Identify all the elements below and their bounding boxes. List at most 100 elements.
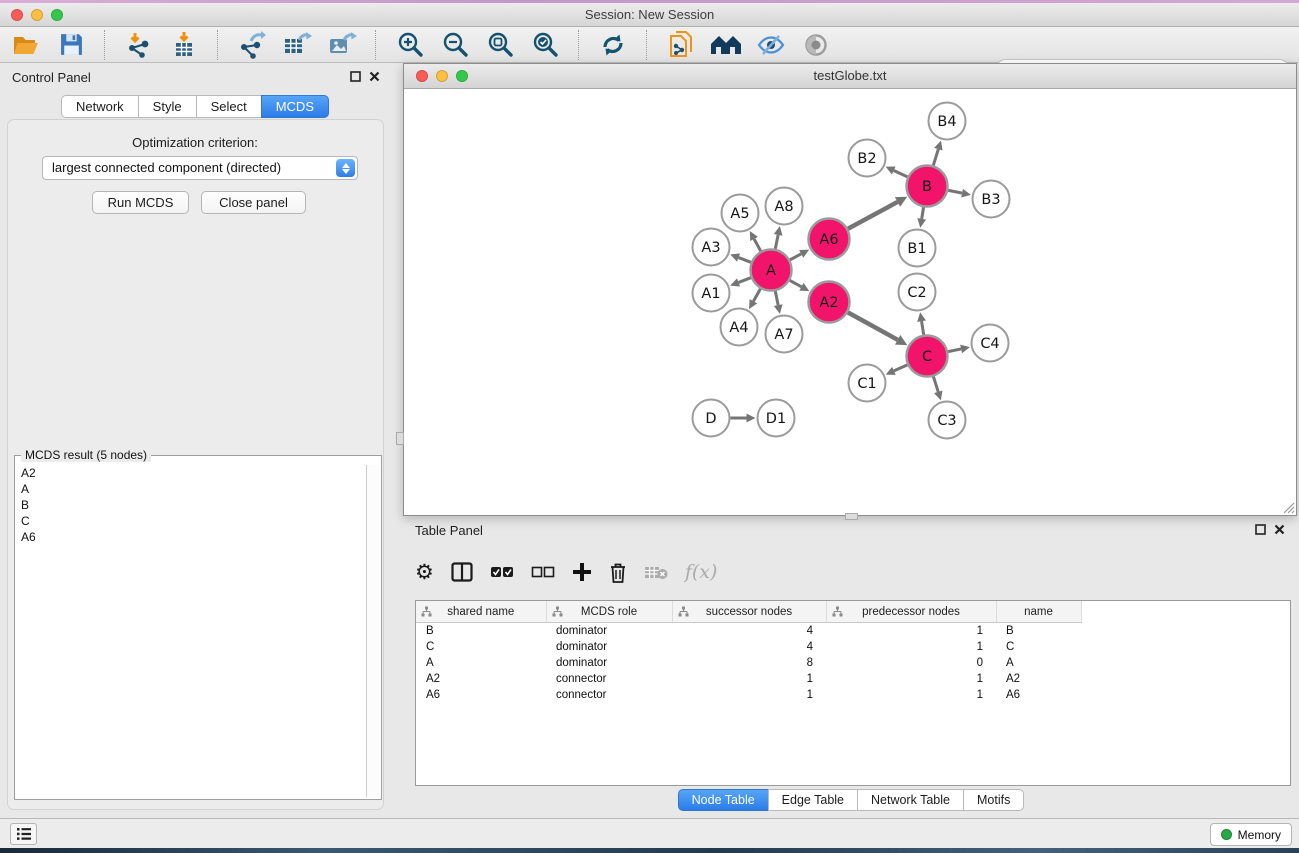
splitter-handle[interactable] [396, 432, 404, 445]
graph-edge[interactable] [790, 280, 802, 286]
col-shared-name[interactable]: shared name [416, 601, 546, 623]
list-item[interactable]: A [17, 481, 366, 497]
col-name[interactable]: name [996, 601, 1081, 623]
table-row[interactable]: Bdominator41B [416, 623, 1290, 640]
graph-edge[interactable] [894, 170, 908, 176]
graph-edge[interactable] [739, 278, 751, 283]
network-view-window[interactable]: testGlobe.txt A5A8A3AA1A4A7A6A2BB2B4B3B1… [403, 63, 1297, 516]
graph-edge[interactable] [933, 377, 938, 392]
toolbar-separator [646, 30, 648, 60]
float-panel-icon[interactable] [1255, 524, 1266, 535]
graph-node-label: A1 [701, 286, 720, 302]
run-mcds-button[interactable]: Run MCDS [92, 191, 189, 214]
result-scrollbar[interactable] [366, 465, 380, 797]
zoom-in-button[interactable] [394, 29, 426, 61]
list-item[interactable]: B [17, 497, 366, 513]
tab-network-table[interactable]: Network Table [857, 789, 964, 811]
tab-motifs[interactable]: Motifs [963, 789, 1024, 811]
tab-edge-table[interactable]: Edge Table [768, 789, 858, 811]
resize-grip-icon[interactable] [1282, 501, 1295, 514]
task-history-button[interactable] [10, 823, 37, 845]
table-row[interactable]: A6connector11A6 [416, 687, 1290, 703]
list-item[interactable]: A2 [17, 465, 366, 481]
export-table-button[interactable] [281, 29, 313, 61]
hide-graphics-details-button[interactable] [755, 29, 787, 61]
close-panel-button[interactable]: Close panel [201, 191, 306, 214]
show-graphics-details-button[interactable] [800, 29, 832, 61]
zoom-fit-button[interactable] [484, 29, 516, 61]
network-overview-button[interactable] [710, 29, 742, 61]
select-all-columns-button[interactable] [490, 558, 514, 586]
criterion-select[interactable]: largest connected component (directed) [42, 156, 358, 180]
graph-node-label: A8 [774, 199, 793, 215]
col-mcds-role[interactable]: MCDS role [546, 601, 672, 623]
mcds-result-list[interactable]: A2ABCA6 [17, 465, 366, 797]
open-session-button[interactable] [10, 29, 42, 61]
graph-edge[interactable] [922, 321, 924, 335]
add-column-button[interactable] [572, 558, 592, 586]
zoom-fit-icon [487, 31, 514, 58]
graph-edge[interactable] [894, 365, 907, 371]
graph-edge[interactable] [739, 258, 751, 263]
mcds-result-title: MCDS result (5 nodes) [21, 448, 151, 462]
tab-select[interactable]: Select [196, 95, 262, 118]
list-item[interactable]: C [17, 513, 366, 529]
show-columns-button[interactable] [451, 558, 473, 586]
tab-mcds[interactable]: MCDS [261, 95, 329, 118]
unselect-all-columns-button[interactable] [531, 558, 555, 586]
graph-edge[interactable] [848, 312, 898, 339]
col-predecessor-nodes[interactable]: predecessor nodes [826, 601, 996, 623]
table-row[interactable]: A2connector11A2 [416, 671, 1290, 687]
graph-edge[interactable] [775, 291, 778, 305]
graph-edge[interactable] [754, 239, 761, 251]
zoom-selected-button[interactable] [529, 29, 561, 61]
network-canvas[interactable]: A5A8A3AA1A4A7A6A2BB2B4B3B1CC2C4C1C3DD1 [404, 89, 1296, 515]
control-panel-tabs: Network Style Select MCDS [0, 95, 390, 118]
tab-node-table[interactable]: Node Table [678, 789, 769, 811]
desktop-edge [0, 848, 1299, 853]
graph-edge[interactable] [775, 235, 778, 249]
graph-edge[interactable] [753, 289, 760, 302]
table-row[interactable]: Cdominator41C [416, 639, 1290, 655]
graph-edge[interactable] [848, 202, 898, 229]
export-image-button[interactable] [326, 29, 358, 61]
network-graph[interactable]: A5A8A3AA1A4A7A6A2BB2B4B3B1CC2C4C1C3DD1 [404, 89, 1296, 515]
col-successor-nodes[interactable]: successor nodes [672, 601, 826, 623]
delete-table-button[interactable] [644, 558, 668, 586]
function-builder-button[interactable]: f(x) [685, 558, 718, 586]
close-panel-icon[interactable] [369, 71, 380, 82]
graph-node-label: B1 [907, 241, 926, 257]
refresh-view-button[interactable] [597, 29, 629, 61]
delete-column-button[interactable] [609, 558, 627, 586]
list-item[interactable]: A6 [17, 529, 366, 545]
graph-edge[interactable] [948, 190, 962, 193]
float-panel-icon[interactable] [350, 71, 361, 82]
table-header-row[interactable]: shared name MCDS role successor nodes pr… [416, 601, 1290, 623]
import-table-button[interactable] [168, 29, 200, 61]
import-table-icon [170, 31, 198, 59]
graph-edge[interactable] [948, 349, 961, 352]
zoom-selected-icon [532, 31, 559, 58]
graph-node-label: A6 [819, 232, 838, 248]
node-table[interactable]: shared name MCDS role successor nodes pr… [415, 600, 1291, 786]
export-network-button[interactable] [236, 29, 268, 61]
zoom-out-button[interactable] [439, 29, 471, 61]
title-bar[interactable]: Session: New Session [0, 3, 1299, 27]
import-network-button[interactable] [123, 29, 155, 61]
table-options-button[interactable]: ⚙ [415, 558, 434, 586]
network-window-titlebar[interactable]: testGlobe.txt [404, 64, 1296, 89]
namespace-icon [421, 606, 432, 617]
node-table-body: Bdominator41BCdominator41CAdominator80AA… [416, 623, 1290, 704]
save-session-button[interactable] [55, 29, 87, 61]
graph-edge[interactable] [933, 149, 938, 165]
graph-edge[interactable] [922, 207, 924, 219]
fx-icon: f(x) [685, 561, 718, 583]
duplicate-network-button[interactable] [665, 29, 697, 61]
tab-style[interactable]: Style [138, 95, 197, 118]
trash-icon [609, 562, 627, 583]
close-panel-icon[interactable] [1274, 524, 1285, 535]
table-row[interactable]: Adominator80A [416, 655, 1290, 671]
tab-network[interactable]: Network [61, 95, 139, 118]
memory-button[interactable]: Memory [1210, 823, 1292, 846]
graph-edge[interactable] [790, 254, 801, 260]
